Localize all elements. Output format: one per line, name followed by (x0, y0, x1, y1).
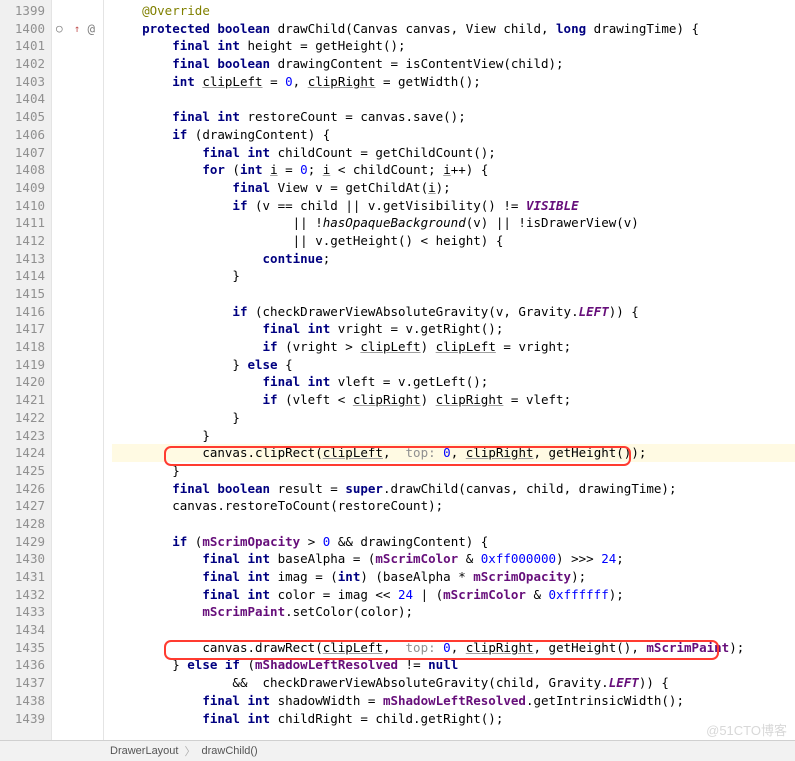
line-number: 1399 (2, 2, 45, 20)
code-line[interactable] (112, 621, 795, 639)
code-line[interactable]: protected boolean drawChild(Canvas canva… (112, 20, 795, 38)
code-line[interactable]: final int height = getHeight(); (112, 37, 795, 55)
line-number: 1412 (2, 232, 45, 250)
line-number: 1421 (2, 391, 45, 409)
code-area[interactable]: @Override protected boolean drawChild(Ca… (104, 0, 795, 740)
line-number: 1413 (2, 250, 45, 268)
code-line[interactable]: final int childRight = child.getRight(); (112, 710, 795, 728)
code-line[interactable] (112, 515, 795, 533)
line-number: 1420 (2, 373, 45, 391)
line-number: 1431 (2, 568, 45, 586)
code-line[interactable]: if (drawingContent) { (112, 126, 795, 144)
line-number: 1428 (2, 515, 45, 533)
annotation-gutter: ○ ↑ @ (52, 0, 104, 740)
code-line[interactable]: continue; (112, 250, 795, 268)
code-line[interactable]: canvas.clipRect(clipLeft, top: 0, clipRi… (112, 444, 795, 462)
line-number: 1426 (2, 480, 45, 498)
line-number: 1407 (2, 144, 45, 162)
line-number: 1427 (2, 497, 45, 515)
code-line[interactable]: if (checkDrawerViewAbsoluteGravity(v, Gr… (112, 303, 795, 321)
code-line[interactable]: final int shadowWidth = mShadowLeftResol… (112, 692, 795, 710)
code-line[interactable] (112, 285, 795, 303)
line-number: 1430 (2, 550, 45, 568)
line-number: 1439 (2, 710, 45, 728)
line-number: 1429 (2, 533, 45, 551)
code-line[interactable]: } else if (mShadowLeftResolved != null (112, 656, 795, 674)
code-line[interactable]: } else { (112, 356, 795, 374)
code-line[interactable]: final int imag = (int) (baseAlpha * mScr… (112, 568, 795, 586)
line-number: 1414 (2, 267, 45, 285)
line-number: 1415 (2, 285, 45, 303)
code-line[interactable]: canvas.drawRect(clipLeft, top: 0, clipRi… (112, 639, 795, 657)
line-number: 1424 (2, 444, 45, 462)
override-gutter-icon[interactable]: ○ (56, 20, 63, 38)
line-number: 1411 (2, 214, 45, 232)
breadcrumb-bar[interactable]: DrawerLayout 〉 drawChild() (0, 740, 795, 761)
code-line[interactable]: final boolean drawingContent = isContent… (112, 55, 795, 73)
line-number: 1433 (2, 603, 45, 621)
line-number: 1402 (2, 55, 45, 73)
line-number: 1408 (2, 161, 45, 179)
code-line[interactable]: final boolean result = super.drawChild(c… (112, 480, 795, 498)
line-number: 1432 (2, 586, 45, 604)
line-number: 1419 (2, 356, 45, 374)
code-line[interactable]: final int baseAlpha = (mScrimColor & 0xf… (112, 550, 795, 568)
code-line[interactable]: @Override (112, 2, 795, 20)
line-number: 1403 (2, 73, 45, 91)
annotation-at-icon: @ (87, 20, 95, 38)
code-line[interactable]: final int restoreCount = canvas.save(); (112, 108, 795, 126)
line-number: 1422 (2, 409, 45, 427)
breadcrumb-class[interactable]: DrawerLayout (110, 745, 178, 757)
line-number: 1418 (2, 338, 45, 356)
code-line[interactable]: if (vleft < clipRight) clipRight = vleft… (112, 391, 795, 409)
line-number: 1400 (2, 20, 45, 38)
breadcrumb-method[interactable]: drawChild() (201, 745, 257, 757)
line-number: 1437 (2, 674, 45, 692)
code-line[interactable]: final int vleft = v.getLeft(); (112, 373, 795, 391)
line-number: 1436 (2, 656, 45, 674)
code-line[interactable]: if (v == child || v.getVisibility() != V… (112, 197, 795, 215)
code-line[interactable]: for (int i = 0; i < childCount; i++) { (112, 161, 795, 179)
line-number: 1404 (2, 90, 45, 108)
line-number: 1410 (2, 197, 45, 215)
code-line[interactable]: final int childCount = getChildCount(); (112, 144, 795, 162)
code-line[interactable]: final View v = getChildAt(i); (112, 179, 795, 197)
code-line[interactable]: final int vright = v.getRight(); (112, 320, 795, 338)
code-line[interactable]: } (112, 267, 795, 285)
line-number: 1417 (2, 320, 45, 338)
line-number: 1434 (2, 621, 45, 639)
code-line[interactable]: } (112, 427, 795, 445)
line-number: 1401 (2, 37, 45, 55)
up-arrow-icon: ↑ (74, 21, 80, 39)
code-line[interactable] (112, 90, 795, 108)
code-line[interactable]: } (112, 409, 795, 427)
code-line[interactable]: } (112, 462, 795, 480)
line-number: 1405 (2, 108, 45, 126)
code-editor[interactable]: 1399140014011402140314041405140614071408… (0, 0, 795, 740)
line-number: 1409 (2, 179, 45, 197)
code-line[interactable]: canvas.restoreToCount(restoreCount); (112, 497, 795, 515)
code-line[interactable]: || v.getHeight() < height) { (112, 232, 795, 250)
code-line[interactable]: if (mScrimOpacity > 0 && drawingContent)… (112, 533, 795, 551)
line-number: 1438 (2, 692, 45, 710)
chevron-right-icon: 〉 (184, 743, 195, 759)
code-line[interactable]: && checkDrawerViewAbsoluteGravity(child,… (112, 674, 795, 692)
line-number: 1406 (2, 126, 45, 144)
code-line[interactable]: final int color = imag << 24 | (mScrimCo… (112, 586, 795, 604)
line-number: 1416 (2, 303, 45, 321)
code-line[interactable]: if (vright > clipLeft) clipLeft = vright… (112, 338, 795, 356)
line-number: 1435 (2, 639, 45, 657)
code-line[interactable]: || !hasOpaqueBackground(v) || !isDrawerV… (112, 214, 795, 232)
line-number: 1423 (2, 427, 45, 445)
line-number-gutter: 1399140014011402140314041405140614071408… (0, 0, 52, 740)
code-line[interactable]: int clipLeft = 0, clipRight = getWidth()… (112, 73, 795, 91)
line-number: 1425 (2, 462, 45, 480)
code-line[interactable]: mScrimPaint.setColor(color); (112, 603, 795, 621)
